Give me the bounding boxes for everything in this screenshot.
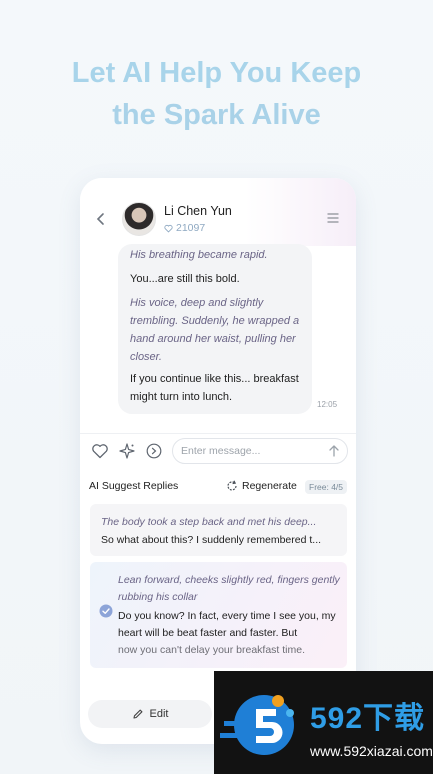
refresh-icon[interactable] [226, 480, 238, 492]
suggestion-speech: So what about this? I suddenly remembere… [101, 534, 322, 546]
check-circle-icon [99, 604, 113, 618]
edit-button-label: Edit [149, 708, 169, 720]
heart-icon[interactable] [91, 442, 109, 460]
avatar[interactable] [122, 202, 156, 236]
divider [80, 433, 356, 434]
sparkle-icon[interactable] [118, 442, 136, 460]
likes-count: 21097 [164, 222, 205, 234]
heart-outline-icon [164, 224, 173, 233]
suggestion-card-selected[interactable]: Lean forward, cheeks slightly red, finge… [90, 562, 347, 668]
likes-value: 21097 [176, 222, 206, 234]
suggestion-card[interactable]: The body took a step back and met his de… [90, 504, 347, 556]
regenerate-button[interactable]: Regenerate [242, 480, 297, 492]
message-speech: You...are still this bold. [130, 273, 240, 285]
phone-mockup: Li Chen Yun 21097 His breathing became r… [80, 178, 356, 744]
headline: Let AI Help You Keep the Spark Alive [0, 52, 433, 136]
menu-icon[interactable] [326, 212, 340, 224]
message-narration: His breathing became rapid. [130, 249, 268, 261]
suggestion-speech-faded: now you can't delay your breakfast time. [118, 644, 306, 656]
message-speech: If you continue like this... breakfast m… [130, 373, 299, 403]
message-narration: His voice, deep and slightly trembling. … [130, 297, 300, 363]
message-timestamp: 12:05 [317, 400, 338, 409]
chat-header: Li Chen Yun 21097 [80, 178, 356, 246]
message-input[interactable]: Enter message... [172, 438, 348, 464]
headline-line-1: Let AI Help You Keep [71, 57, 362, 89]
chevron-left-icon[interactable] [94, 212, 108, 226]
chat-bubble-icon[interactable] [145, 442, 163, 460]
contact-name: Li Chen Yun [164, 204, 232, 218]
watermark-title: 592下载 [310, 702, 426, 735]
watermark: 592下载 www.592xiazai.com [214, 671, 433, 774]
edit-button[interactable]: Edit [88, 700, 212, 728]
suggestion-narration: Lean forward, cheeks slightly red, finge… [118, 574, 340, 603]
free-quota-badge: Free: 4/5 [305, 480, 348, 494]
pencil-icon [132, 709, 142, 719]
watermark-logo [220, 695, 294, 755]
suggestion-narration: The body took a step back and met his de… [101, 516, 317, 528]
headline-line-2: the Spark Alive [112, 99, 321, 131]
watermark-url: www.592xiazai.com [310, 743, 433, 759]
suggestions-title: AI Suggest Replies [89, 480, 179, 492]
suggestion-speech: Do you know? In fact, every time I see y… [118, 610, 336, 639]
send-arrow-icon[interactable] [326, 443, 342, 459]
